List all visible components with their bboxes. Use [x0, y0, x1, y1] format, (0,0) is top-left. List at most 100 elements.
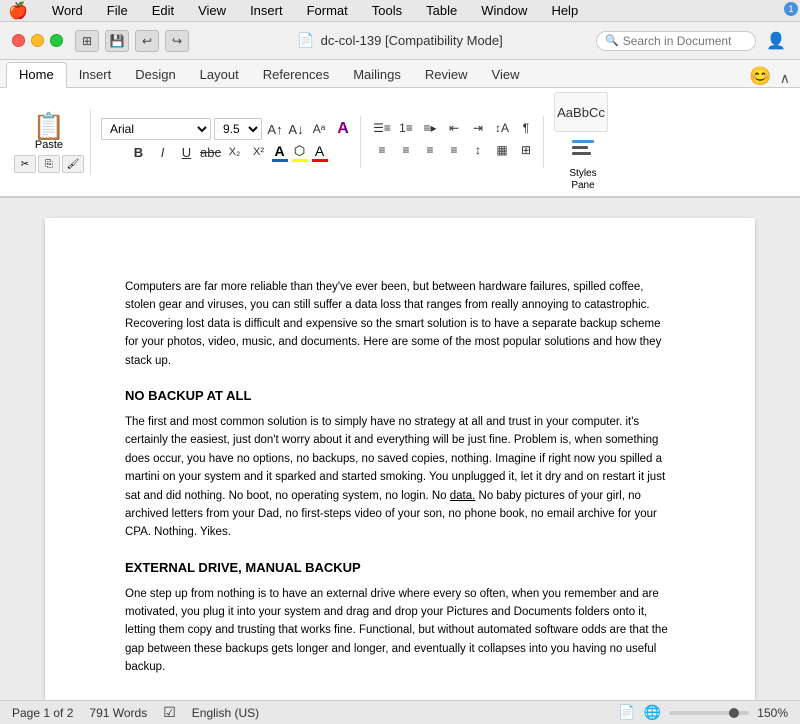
menu-help[interactable]: Help	[547, 3, 582, 18]
font-size-increase[interactable]: A↑	[265, 119, 285, 139]
status-bar: Page 1 of 2 791 Words ☑ English (US) 📄 🌐…	[0, 700, 800, 724]
doc-section1-body: The first and most common solution is to…	[125, 413, 675, 542]
styles-group: AaBbCc StylesPane 1	[548, 90, 614, 194]
menu-bar: 🍎 Word File Edit View Insert Format Tool…	[0, 0, 800, 22]
tab-insert[interactable]: Insert	[67, 63, 124, 87]
font-size-select[interactable]: 9.5	[214, 118, 262, 140]
tab-design[interactable]: Design	[123, 63, 187, 87]
paste-icon: 📋	[33, 113, 65, 139]
font-group: Arial 9.5 A↑ A↓ Aᵃ A B I U abc X₂ X² A	[95, 116, 361, 168]
subscript-button[interactable]: X₂	[224, 142, 246, 162]
title-text: dc-col-139 [Compatibility Mode]	[321, 33, 503, 48]
highlight-color-button[interactable]: ⬡	[292, 143, 308, 162]
bold-button[interactable]: B	[128, 142, 150, 162]
maximize-button[interactable]	[50, 34, 63, 47]
zoom-slider-thumb[interactable]	[729, 708, 739, 718]
sort-button[interactable]: ↕A	[491, 118, 513, 138]
copy-button[interactable]: ⎘	[38, 155, 60, 173]
text-effects-button[interactable]: A	[332, 119, 354, 139]
tab-layout[interactable]: Layout	[188, 63, 251, 87]
line-spacing-button[interactable]: ↕	[467, 140, 489, 160]
bullets-button[interactable]: ☰≡	[371, 118, 393, 138]
font-family-select[interactable]: Arial	[101, 118, 211, 140]
menu-format[interactable]: Format	[303, 3, 352, 18]
paste-button[interactable]: 📋 Paste	[27, 111, 71, 153]
font-row1: Arial 9.5 A↑ A↓ Aᵃ A	[101, 118, 354, 140]
para-row2: ≡ ≡ ≡ ≡ ↕ ▦ ⊞	[371, 140, 537, 160]
align-center-button[interactable]: ≡	[395, 140, 417, 160]
doc-intro: Computers are far more reliable than the…	[125, 278, 675, 370]
style-normal[interactable]: AaBbCc	[554, 92, 608, 132]
borders-button[interactable]: ⊞	[515, 140, 537, 160]
tab-mailings[interactable]: Mailings	[341, 63, 413, 87]
ribbon-tabs: Home Insert Design Layout References Mai…	[0, 60, 800, 88]
menu-table[interactable]: Table	[422, 3, 461, 18]
collapse-ribbon-button[interactable]: ∧	[776, 70, 794, 87]
proofing-icon[interactable]: ☑	[163, 704, 176, 721]
multilevel-list-button[interactable]: ≡▸	[419, 118, 441, 138]
document-area: Computers are far more reliable than the…	[0, 198, 800, 700]
menu-edit[interactable]: Edit	[148, 3, 178, 18]
doc-heading-2: EXTERNAL DRIVE, MANUAL BACKUP	[125, 560, 675, 575]
align-left-button[interactable]: ≡	[371, 140, 393, 160]
underline-data-word: data.	[450, 490, 476, 502]
tab-references[interactable]: References	[251, 63, 341, 87]
page-info: Page 1 of 2	[12, 706, 73, 720]
add-user-button[interactable]: 👤	[764, 30, 788, 52]
font-size-buttons: A↑ A↓	[265, 119, 306, 139]
menu-tools[interactable]: Tools	[368, 3, 406, 18]
apple-menu[interactable]: 🍎	[8, 1, 28, 21]
search-box[interactable]: 🔍	[596, 31, 756, 51]
text-color-button[interactable]: A	[312, 143, 328, 162]
font-size-decrease[interactable]: A↓	[286, 119, 306, 139]
document-title: 📄 dc-col-139 [Compatibility Mode]	[297, 32, 503, 49]
zoom-level: 150%	[757, 706, 788, 720]
undo-button[interactable]: ↩	[135, 30, 159, 52]
styles-badge: 1	[784, 2, 798, 16]
titlebar-quick-access: ⊞ 💾 ↩ ↪	[75, 30, 189, 52]
close-button[interactable]	[12, 34, 25, 47]
language[interactable]: English (US)	[192, 706, 259, 720]
tab-view[interactable]: View	[480, 63, 532, 87]
document-page[interactable]: Computers are far more reliable than the…	[45, 218, 755, 700]
increase-indent-button[interactable]: ⇥	[467, 118, 489, 138]
cut-button[interactable]: ✂	[14, 155, 36, 173]
underline-button[interactable]: U	[176, 142, 198, 162]
tab-home[interactable]: Home	[6, 62, 67, 88]
save-button[interactable]: 💾	[105, 30, 129, 52]
menu-word[interactable]: Word	[48, 3, 87, 18]
minimize-button[interactable]	[31, 34, 44, 47]
sidebar-toggle[interactable]: ⊞	[75, 30, 99, 52]
paste-options: ✂ ⎘ 🖌	[14, 155, 84, 173]
view-normal-icon[interactable]: 📄	[618, 704, 635, 721]
doc-section2-body: One step up from nothing is to have an e…	[125, 585, 675, 677]
tab-review[interactable]: Review	[413, 63, 480, 87]
emoji-button[interactable]: 😊	[745, 66, 775, 87]
styles-pane-button[interactable]: StylesPane 1	[569, 134, 597, 192]
title-bar: ⊞ 💾 ↩ ↪ 📄 dc-col-139 [Compatibility Mode…	[0, 22, 800, 60]
menu-file[interactable]: File	[103, 3, 132, 18]
menu-view[interactable]: View	[194, 3, 230, 18]
zoom-slider[interactable]	[669, 711, 749, 715]
para-row1: ☰≡ 1≡ ≡▸ ⇤ ⇥ ↕A ¶	[371, 118, 537, 138]
align-right-button[interactable]: ≡	[419, 140, 441, 160]
redo-button[interactable]: ↪	[165, 30, 189, 52]
view-web-icon[interactable]: 🌐	[644, 704, 661, 721]
shading-button[interactable]: ▦	[491, 140, 513, 160]
italic-button[interactable]: I	[152, 142, 174, 162]
superscript-button[interactable]: X²	[248, 142, 270, 162]
show-formatting-button[interactable]: ¶	[515, 118, 537, 138]
font-color-button[interactable]: A	[272, 143, 288, 162]
styles-pane-icon	[569, 134, 597, 168]
format-painter-button[interactable]: 🖌	[62, 155, 84, 173]
styles-pane-label: StylesPane	[569, 168, 596, 192]
statusbar-right: 📄 🌐 150%	[618, 704, 788, 721]
justify-button[interactable]: ≡	[443, 140, 465, 160]
decrease-indent-button[interactable]: ⇤	[443, 118, 465, 138]
strikethrough-button[interactable]: abc	[200, 142, 222, 162]
clear-formatting-button[interactable]: Aᵃ	[309, 119, 329, 139]
numbering-button[interactable]: 1≡	[395, 118, 417, 138]
menu-insert[interactable]: Insert	[246, 3, 287, 18]
menu-window[interactable]: Window	[477, 3, 531, 18]
search-input[interactable]	[623, 34, 753, 48]
